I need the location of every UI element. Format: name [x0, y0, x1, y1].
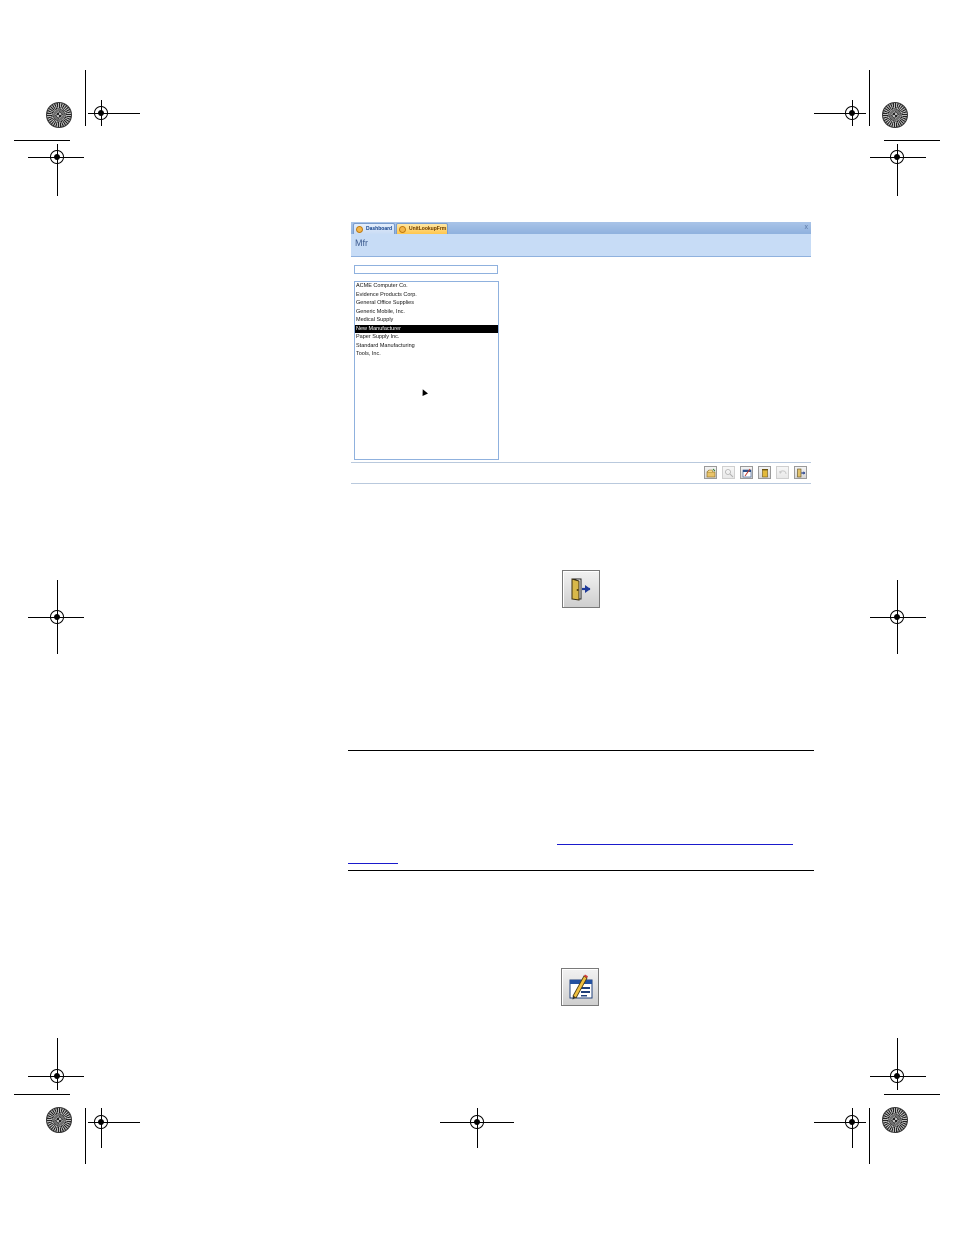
registration-target-icon [890, 1069, 904, 1083]
exit-icon [797, 468, 806, 478]
exit-door-icon [571, 578, 591, 601]
form-icon [399, 226, 406, 233]
crop-line [884, 1094, 940, 1095]
registration-target-icon [845, 1115, 859, 1129]
registration-star-icon [882, 1107, 908, 1133]
new-record-icon [706, 468, 716, 478]
exit-form-button[interactable] [562, 570, 600, 608]
registration-target-icon [50, 150, 64, 164]
tab-label: UnitLookupFrm [409, 226, 447, 232]
registration-target-icon [890, 610, 904, 624]
exit-button[interactable] [794, 466, 807, 479]
list-item-selected[interactable]: New Manufacturer [355, 324, 498, 333]
note-hyperlink[interactable] [557, 844, 793, 845]
registration-target-icon [845, 106, 859, 120]
registration-target-icon [50, 1069, 64, 1083]
registration-target-icon [94, 106, 108, 120]
delete-icon [762, 469, 768, 478]
list-item[interactable]: General Office Supplies [355, 299, 498, 308]
undo-icon [779, 470, 787, 475]
edit-record-icon [742, 468, 752, 478]
registration-star-icon [882, 102, 908, 128]
filter-button[interactable] [722, 466, 735, 479]
note-hyperlink-continued[interactable] [348, 863, 398, 864]
document-tab-strip: Dashboard UnitLookupFrm x [351, 222, 811, 234]
unit-lookup-form-window: Dashboard UnitLookupFrm x Mfr ACME Compu… [351, 222, 811, 484]
registration-star-icon [46, 102, 72, 128]
list-item[interactable]: ACME Computer Co. [355, 282, 498, 291]
undo-button[interactable] [776, 466, 789, 479]
new-record-button[interactable] [704, 466, 717, 479]
edit-form-icon [569, 974, 593, 1000]
registration-target-icon [50, 610, 64, 624]
form-icon [356, 226, 363, 233]
list-item[interactable]: Tools, Inc. [355, 350, 498, 359]
search-input[interactable] [354, 265, 498, 274]
crop-line [869, 1108, 870, 1164]
note-bottom-rule [348, 870, 814, 871]
edit-form-button[interactable] [561, 968, 599, 1006]
crop-line [85, 1108, 86, 1164]
list-item[interactable]: Paper Supply Inc. [355, 333, 498, 342]
edit-record-button[interactable] [740, 466, 753, 479]
registration-star-icon [46, 1107, 72, 1133]
record-toolbar [351, 462, 811, 484]
tab-label: Dashboard [366, 226, 393, 232]
delete-button[interactable] [758, 466, 771, 479]
list-item[interactable]: Medical Supply [355, 316, 498, 325]
filter-icon [725, 469, 734, 478]
form-title: Mfr [355, 238, 368, 248]
crop-line [884, 140, 940, 141]
list-item[interactable]: Evidence Products Corp. [355, 291, 498, 300]
crop-line [869, 70, 870, 126]
close-icon[interactable]: x [805, 223, 809, 233]
list-item[interactable]: Standard Manufacturing [355, 342, 498, 351]
note-top-rule [348, 750, 814, 751]
tab-dashboard[interactable]: Dashboard [353, 223, 395, 234]
registration-target-icon [470, 1115, 484, 1129]
crop-line [85, 70, 86, 126]
tab-unitlookupfrm[interactable]: UnitLookupFrm [396, 223, 448, 234]
crop-line [14, 1094, 70, 1095]
list-item[interactable]: Generic Mobile, Inc. [355, 308, 498, 317]
crop-line [14, 140, 70, 141]
mouse-cursor-icon [420, 388, 428, 396]
registration-target-icon [890, 150, 904, 164]
form-header: Mfr [351, 234, 811, 257]
manufacturer-listbox[interactable]: ACME Computer Co. Evidence Products Corp… [354, 281, 499, 460]
registration-target-icon [94, 1115, 108, 1129]
